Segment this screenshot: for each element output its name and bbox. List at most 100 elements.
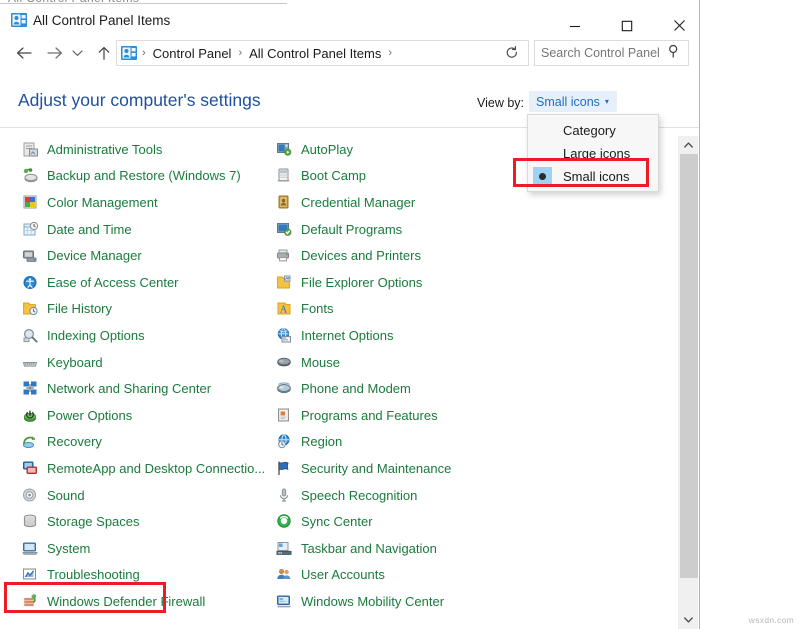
control-panel-item-label[interactable]: Indexing Options: [47, 329, 145, 342]
control-panel-item[interactable]: Date and Time: [22, 216, 272, 243]
control-panel-item-label[interactable]: Recovery: [47, 435, 102, 448]
control-panel-item[interactable]: Indexing Options: [22, 322, 272, 349]
scrollbar-thumb[interactable]: [680, 154, 698, 578]
control-panel-item[interactable]: Security and Maintenance: [276, 455, 526, 482]
control-panel-item[interactable]: Devices and Printers: [276, 242, 526, 269]
control-panel-item-label[interactable]: AutoPlay: [301, 143, 353, 156]
control-panel-item-label[interactable]: Default Programs: [301, 223, 402, 236]
control-panel-item-label[interactable]: System: [47, 542, 90, 555]
control-panel-item-label[interactable]: Administrative Tools: [47, 143, 162, 156]
control-panel-item-label[interactable]: Boot Camp: [301, 169, 366, 182]
control-panel-item-label[interactable]: Devices and Printers: [301, 249, 421, 262]
control-panel-item-label[interactable]: Date and Time: [47, 223, 132, 236]
vertical-scrollbar[interactable]: [678, 136, 698, 629]
control-panel-item-label[interactable]: Storage Spaces: [47, 515, 140, 528]
control-panel-item[interactable]: Power Options: [22, 402, 272, 429]
menu-item-category[interactable]: Category: [528, 119, 658, 142]
control-panel-item[interactable]: Region: [276, 429, 526, 456]
search-control-panel-input[interactable]: Search Control Panel: [534, 40, 689, 66]
control-panel-item[interactable]: Network and Sharing Center: [22, 375, 272, 402]
control-panel-item-label[interactable]: File History: [47, 302, 112, 315]
breadcrumb-all-control-panel-items[interactable]: All Control Panel Items: [247, 46, 383, 61]
control-panel-item[interactable]: Credential Manager: [276, 189, 526, 216]
control-panel-item-label[interactable]: RemoteApp and Desktop Connectio...: [47, 462, 265, 475]
control-panel-item-label[interactable]: User Accounts: [301, 568, 385, 581]
control-panel-item-label[interactable]: Region: [301, 435, 342, 448]
control-panel-item[interactable]: Internet Options: [276, 322, 526, 349]
control-panel-item-label[interactable]: Device Manager: [47, 249, 142, 262]
control-panel-item-label[interactable]: Troubleshooting: [47, 568, 140, 581]
control-panel-item-label[interactable]: Keyboard: [47, 356, 103, 369]
items-left-column: Administrative Tools Backup and Restore (…: [22, 136, 272, 615]
control-panel-icon: [11, 13, 27, 27]
control-panel-item-label[interactable]: Ease of Access Center: [47, 276, 179, 289]
control-panel-item[interactable]: Mouse: [276, 349, 526, 376]
control-panel-item-label[interactable]: Taskbar and Navigation: [301, 542, 437, 555]
control-panel-item-label[interactable]: Phone and Modem: [301, 382, 411, 395]
scroll-up-chevron-icon[interactable]: [679, 136, 698, 154]
control-panel-item-label[interactable]: Security and Maintenance: [301, 462, 451, 475]
menu-item-large-icons[interactable]: Large icons: [528, 142, 658, 165]
forward-button[interactable]: [40, 39, 68, 67]
control-panel-item-label[interactable]: Sync Center: [301, 515, 373, 528]
control-panel-item[interactable]: File History: [22, 296, 272, 323]
menu-item-small-icons[interactable]: Small icons: [528, 165, 658, 188]
control-panel-item[interactable]: Phone and Modem: [276, 375, 526, 402]
breadcrumb-control-panel[interactable]: Control Panel: [151, 46, 234, 61]
control-panel-item[interactable]: Speech Recognition: [276, 482, 526, 509]
keyboard-icon: [22, 354, 39, 371]
control-panel-item[interactable]: Taskbar and Navigation: [276, 535, 526, 562]
back-button[interactable]: [10, 39, 38, 67]
control-panel-item[interactable]: RemoteApp and Desktop Connectio...: [22, 455, 272, 482]
control-panel-item[interactable]: AutoPlay: [276, 136, 526, 163]
system-icon: [22, 540, 39, 557]
control-panel-item-label[interactable]: Color Management: [47, 196, 158, 209]
view-by-dropdown-menu[interactable]: Category Large icons Small icons: [527, 114, 659, 192]
breadcrumb-separator: ›: [142, 47, 146, 59]
control-panel-item-label[interactable]: Power Options: [47, 409, 132, 422]
control-panel-item-label[interactable]: File Explorer Options: [301, 276, 422, 289]
control-panel-item-label[interactable]: Mouse: [301, 356, 340, 369]
control-panel-item[interactable]: Boot Camp: [276, 163, 526, 190]
storage-spaces-icon: [22, 513, 39, 530]
control-panel-item[interactable]: A Fonts: [276, 296, 526, 323]
refresh-button[interactable]: [495, 40, 529, 66]
control-panel-item[interactable]: Backup and Restore (Windows 7): [22, 163, 272, 190]
breadcrumb-separator[interactable]: ›: [383, 47, 397, 59]
control-panel-item[interactable]: Windows Defender Firewall: [22, 588, 272, 615]
boot-camp-icon: [276, 167, 293, 184]
control-panel-item-label[interactable]: Windows Mobility Center: [301, 595, 444, 608]
control-panel-item-label[interactable]: Backup and Restore (Windows 7): [47, 169, 241, 182]
address-control-panel-icon: [121, 46, 137, 60]
control-panel-item[interactable]: User Accounts: [276, 562, 526, 589]
scroll-down-chevron-icon[interactable]: [679, 611, 698, 629]
control-panel-item-label[interactable]: Windows Defender Firewall: [47, 595, 205, 608]
view-by-dropdown-button[interactable]: Small icons ▾: [529, 91, 617, 112]
control-panel-item[interactable]: Troubleshooting: [22, 562, 272, 589]
control-panel-item[interactable]: System: [22, 535, 272, 562]
control-panel-item[interactable]: Storage Spaces: [22, 508, 272, 535]
up-button[interactable]: [90, 39, 118, 67]
control-panel-item[interactable]: File Explorer Options: [276, 269, 526, 296]
control-panel-item[interactable]: Device Manager: [22, 242, 272, 269]
control-panel-item[interactable]: Administrative Tools: [22, 136, 272, 163]
control-panel-item[interactable]: Programs and Features: [276, 402, 526, 429]
control-panel-item[interactable]: Recovery: [22, 429, 272, 456]
control-panel-item-label[interactable]: Programs and Features: [301, 409, 438, 422]
control-panel-item[interactable]: Sound: [22, 482, 272, 509]
control-panel-item[interactable]: Windows Mobility Center: [276, 588, 526, 615]
control-panel-item-label[interactable]: Internet Options: [301, 329, 394, 342]
control-panel-item[interactable]: Ease of Access Center: [22, 269, 272, 296]
address-bar[interactable]: › Control Panel › All Control Panel Item…: [116, 40, 528, 66]
control-panel-item[interactable]: Color Management: [22, 189, 272, 216]
control-panel-item[interactable]: Default Programs: [276, 216, 526, 243]
control-panel-item[interactable]: Sync Center: [276, 508, 526, 535]
control-panel-item-label[interactable]: Speech Recognition: [301, 489, 417, 502]
search-icon[interactable]: [668, 44, 681, 63]
control-panel-item-label[interactable]: Network and Sharing Center: [47, 382, 211, 395]
control-panel-item-label[interactable]: Fonts: [301, 302, 334, 315]
control-panel-item-label[interactable]: Credential Manager: [301, 196, 415, 209]
recent-locations-button[interactable]: [66, 39, 88, 67]
control-panel-item-label[interactable]: Sound: [47, 489, 85, 502]
control-panel-item[interactable]: Keyboard: [22, 349, 272, 376]
